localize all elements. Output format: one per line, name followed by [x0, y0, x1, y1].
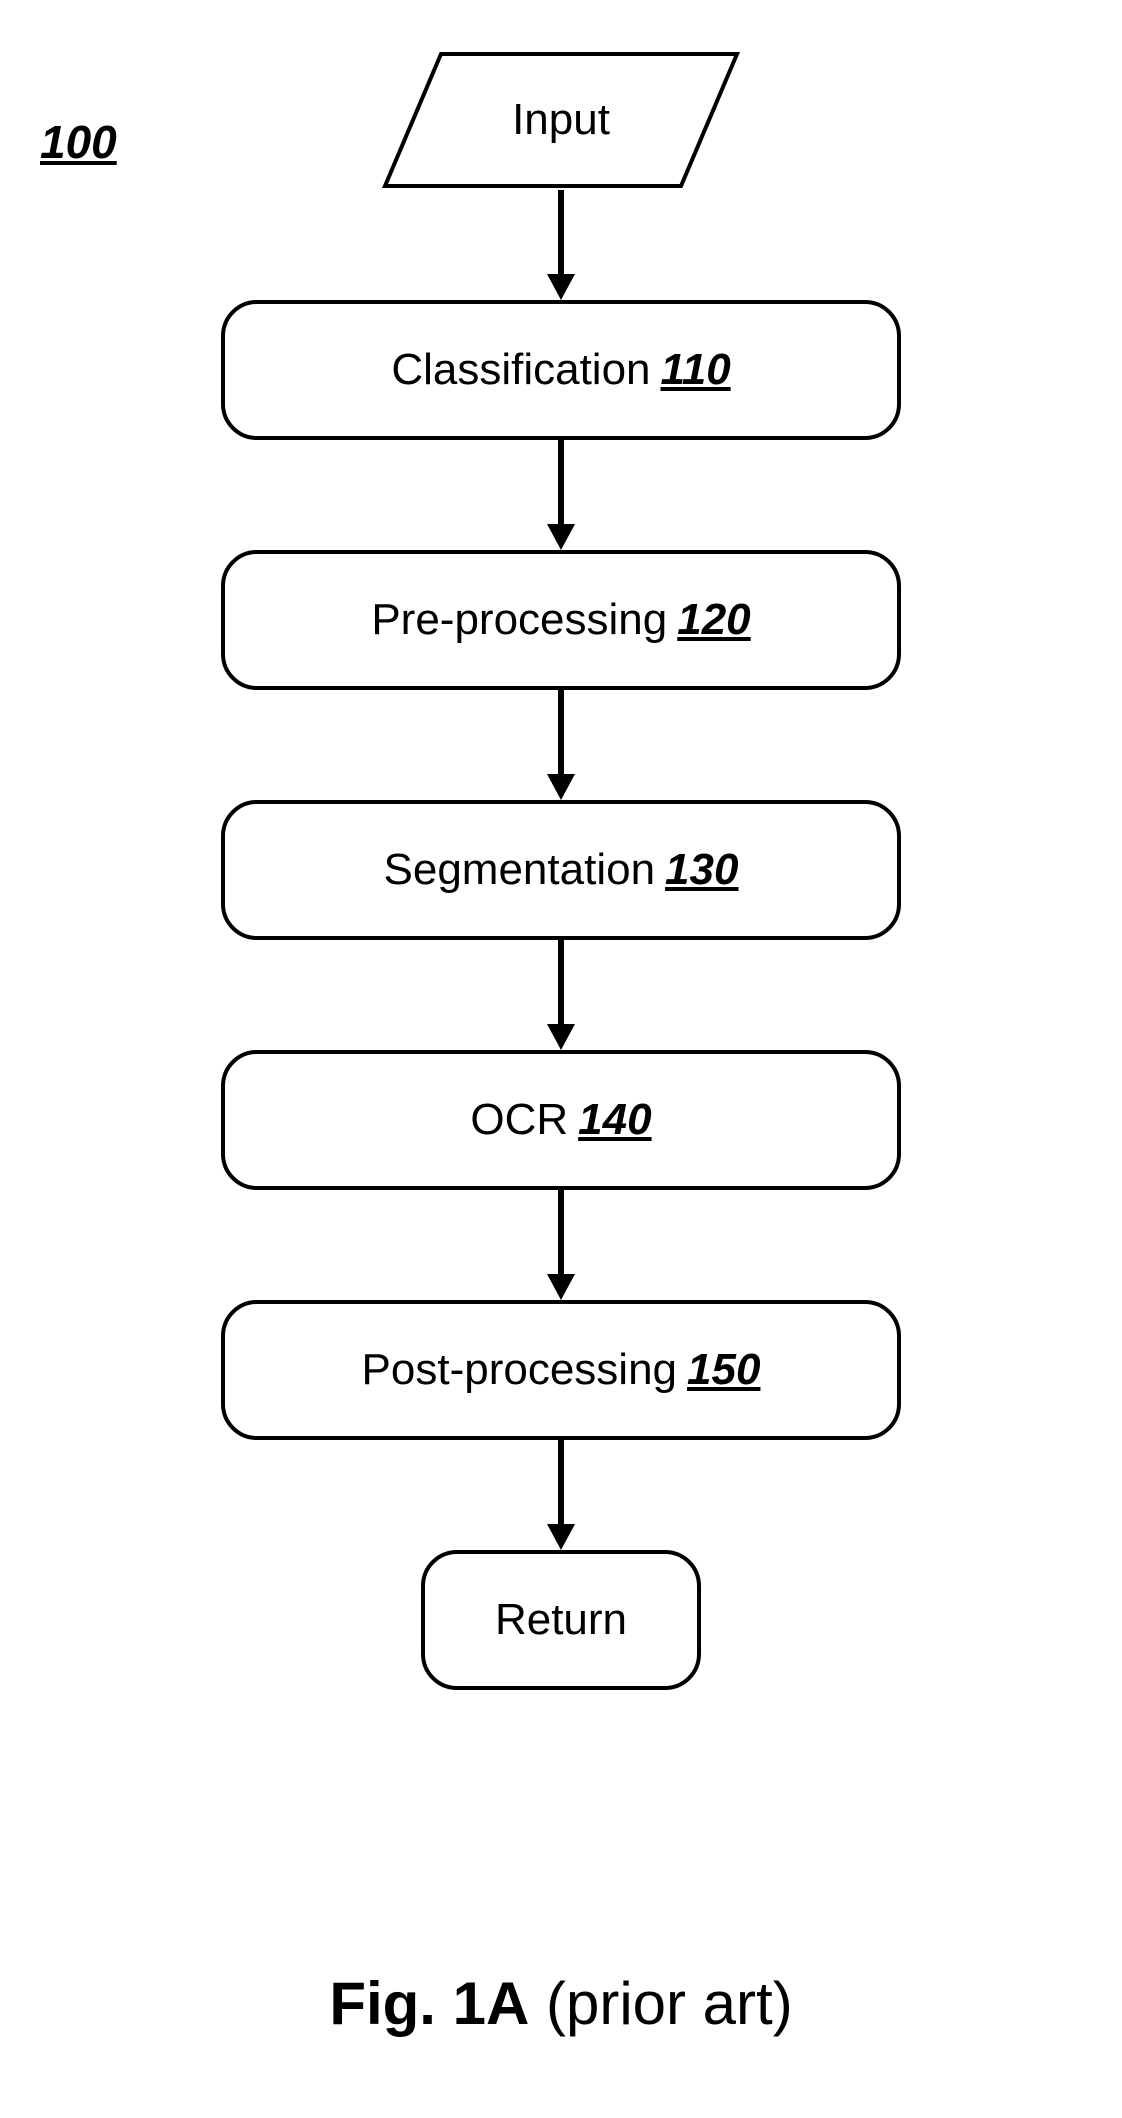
return-label: Return	[495, 1595, 627, 1645]
arrow-icon	[558, 1440, 564, 1550]
arrow-icon	[558, 690, 564, 800]
arrow-icon	[558, 190, 564, 300]
return-node: Return	[421, 1550, 701, 1690]
step-label: Classification	[391, 345, 650, 395]
input-node: Input	[381, 50, 741, 190]
step-ref: 150	[687, 1345, 760, 1395]
step-ref: 140	[578, 1095, 651, 1145]
ocr-step: OCR 140	[221, 1050, 901, 1190]
segmentation-step: Segmentation 130	[221, 800, 901, 940]
step-ref: 110	[661, 345, 731, 395]
step-label: Pre-processing	[371, 595, 667, 645]
step-label: Post-processing	[362, 1345, 677, 1395]
preprocessing-step: Pre-processing 120	[221, 550, 901, 690]
arrow-icon	[558, 940, 564, 1050]
classification-step: Classification 110	[221, 300, 901, 440]
figure-note: (prior art)	[529, 1970, 792, 2037]
step-label: OCR	[470, 1095, 568, 1145]
arrow-icon	[558, 1190, 564, 1300]
arrow-icon	[558, 440, 564, 550]
diagram-ref-number: 100	[40, 115, 117, 169]
figure-caption: Fig. 1A (prior art)	[0, 1969, 1122, 2038]
step-label: Segmentation	[384, 845, 656, 895]
input-node-label: Input	[381, 50, 741, 190]
flowchart-canvas: 100 Input Classification 110 Pre-process…	[0, 0, 1122, 2118]
step-ref: 130	[665, 845, 738, 895]
step-ref: 120	[677, 595, 750, 645]
figure-number: Fig. 1A	[329, 1970, 529, 2037]
postprocessing-step: Post-processing 150	[221, 1300, 901, 1440]
